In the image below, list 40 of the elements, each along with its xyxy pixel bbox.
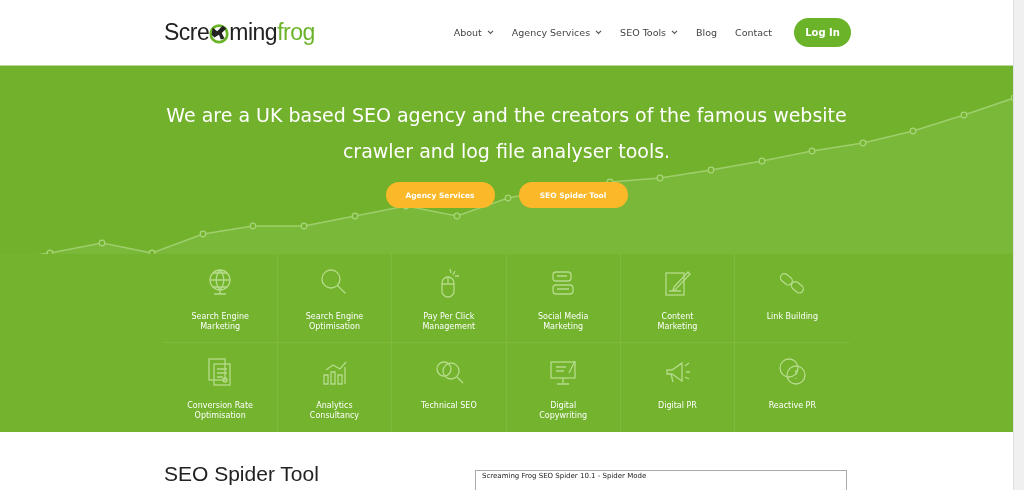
service-label: Social Media Marketing xyxy=(537,312,590,333)
service-tile[interactable]: Search Engine Marketing xyxy=(163,254,278,344)
service-tile[interactable]: Social Media Marketing xyxy=(506,254,621,344)
service-tile[interactable]: Analytics Consultancy xyxy=(277,343,393,432)
service-tile[interactable]: Digital Copywriting xyxy=(506,343,621,432)
service-label: Digital PR xyxy=(657,401,698,412)
service-label: Reactive PR xyxy=(767,401,817,412)
service-label: Link Building xyxy=(765,312,819,323)
nav-link[interactable]: SEO Tools xyxy=(620,27,679,38)
service-label: Pay Per Click Management xyxy=(421,312,477,333)
login-button[interactable]: Log In xyxy=(794,18,851,47)
service-label: Conversion Rate Optimisation xyxy=(186,401,255,422)
service-tile[interactable]: Search Engine Optimisation xyxy=(277,254,393,344)
section-heading: SEO Spider Tool xyxy=(164,462,319,486)
service-tile[interactable]: Digital PR xyxy=(620,343,736,432)
nav-link[interactable]: Contact xyxy=(735,27,772,38)
service-label: Digital Copywriting xyxy=(538,401,589,422)
logo-text[interactable]: ming xyxy=(229,19,278,46)
scrollbar[interactable] xyxy=(1013,0,1024,490)
nav-link[interactable]: Blog xyxy=(696,27,718,38)
service-tile[interactable]: Conversion Rate Optimisation xyxy=(163,343,278,432)
service-label: Technical SEO xyxy=(419,401,478,412)
service-tile[interactable]: Pay Per Click Management xyxy=(392,254,507,344)
service-tile[interactable]: Content Marketing xyxy=(620,254,736,344)
service-tile[interactable]: Link Building xyxy=(735,254,850,344)
caret-icon xyxy=(486,30,494,35)
nav-link[interactable]: Agency Services xyxy=(511,27,603,38)
logo-text[interactable]: frog xyxy=(277,19,315,46)
service-label: Search Engine Optimisation xyxy=(304,312,365,333)
caret-icon xyxy=(595,30,603,35)
service-tile[interactable]: Reactive PR xyxy=(735,343,850,432)
service-label: Search Engine Marketing xyxy=(190,312,250,333)
caret-icon xyxy=(671,30,679,35)
frog-icon xyxy=(208,21,231,44)
logo-text[interactable]: Scre xyxy=(164,19,210,46)
service-label: Analytics Consultancy xyxy=(308,401,361,422)
nav-link[interactable]: About xyxy=(453,27,494,38)
service-label: Content Marketing xyxy=(656,312,699,333)
service-tile[interactable]: Technical SEO xyxy=(392,343,507,432)
hero-headline: We are a UK based SEO agency and the creators of the famous website crawler and log file analyser tools. xyxy=(165,103,848,165)
